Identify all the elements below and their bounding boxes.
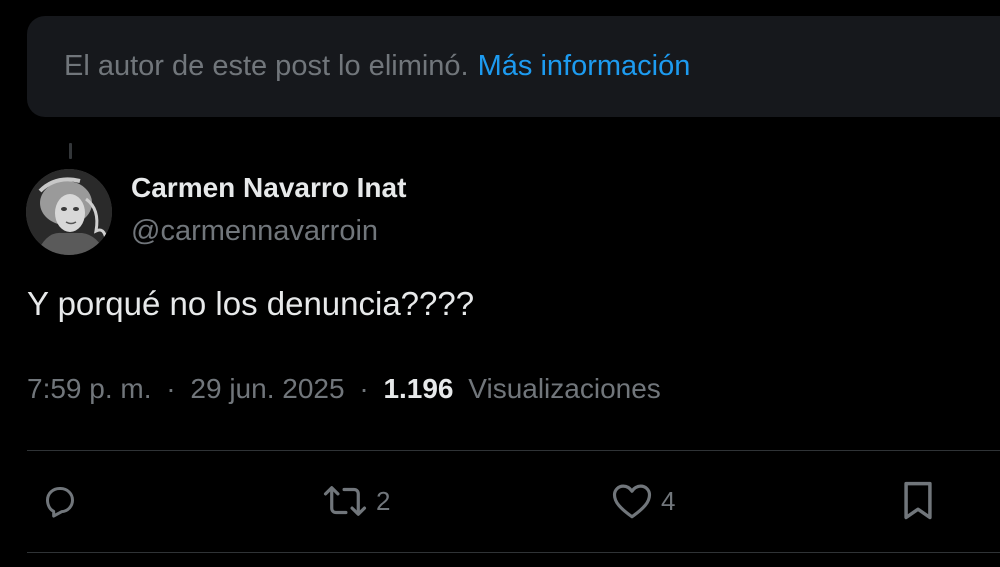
retweet-button[interactable]: 2: [322, 481, 390, 521]
author-handle[interactable]: @carmennavarroin: [131, 215, 378, 248]
divider: [27, 450, 1000, 451]
divider: [27, 552, 1000, 553]
like-count: 4: [661, 485, 676, 516]
post-text: Y porqué no los denuncia????: [27, 285, 475, 322]
meta-separator: ·: [166, 373, 176, 404]
heart-icon: [612, 484, 652, 519]
author-display-name[interactable]: Carmen Navarro Inat: [131, 172, 406, 204]
more-info-link[interactable]: Más información: [478, 50, 691, 83]
post-metadata: 7:59 p. m. · 29 jun. 2025 · 1.196 Visual…: [27, 373, 661, 405]
retweet-icon: [323, 486, 367, 516]
like-button[interactable]: 4: [611, 481, 675, 521]
retweet-count: 2: [376, 485, 391, 516]
views-count: 1.196: [383, 373, 454, 404]
deleted-post-notice: El autor de este post lo eliminó. Más in…: [27, 16, 1000, 117]
meta-separator: ·: [359, 373, 369, 404]
bookmark-button[interactable]: [898, 481, 938, 521]
deleted-notice-text: El autor de este post lo eliminó.: [64, 50, 469, 82]
thread-connector-line: [69, 143, 72, 159]
reply-button[interactable]: [40, 481, 80, 521]
bookmark-icon: [904, 481, 932, 520]
post-time[interactable]: 7:59 p. m.: [27, 373, 152, 404]
reply-icon: [46, 487, 74, 518]
avatar[interactable]: [26, 169, 112, 255]
post-detail-page: El autor de este post lo eliminó. Más in…: [0, 0, 1000, 567]
post-date[interactable]: 29 jun. 2025: [190, 373, 344, 404]
views-label: Visualizaciones: [468, 373, 661, 404]
